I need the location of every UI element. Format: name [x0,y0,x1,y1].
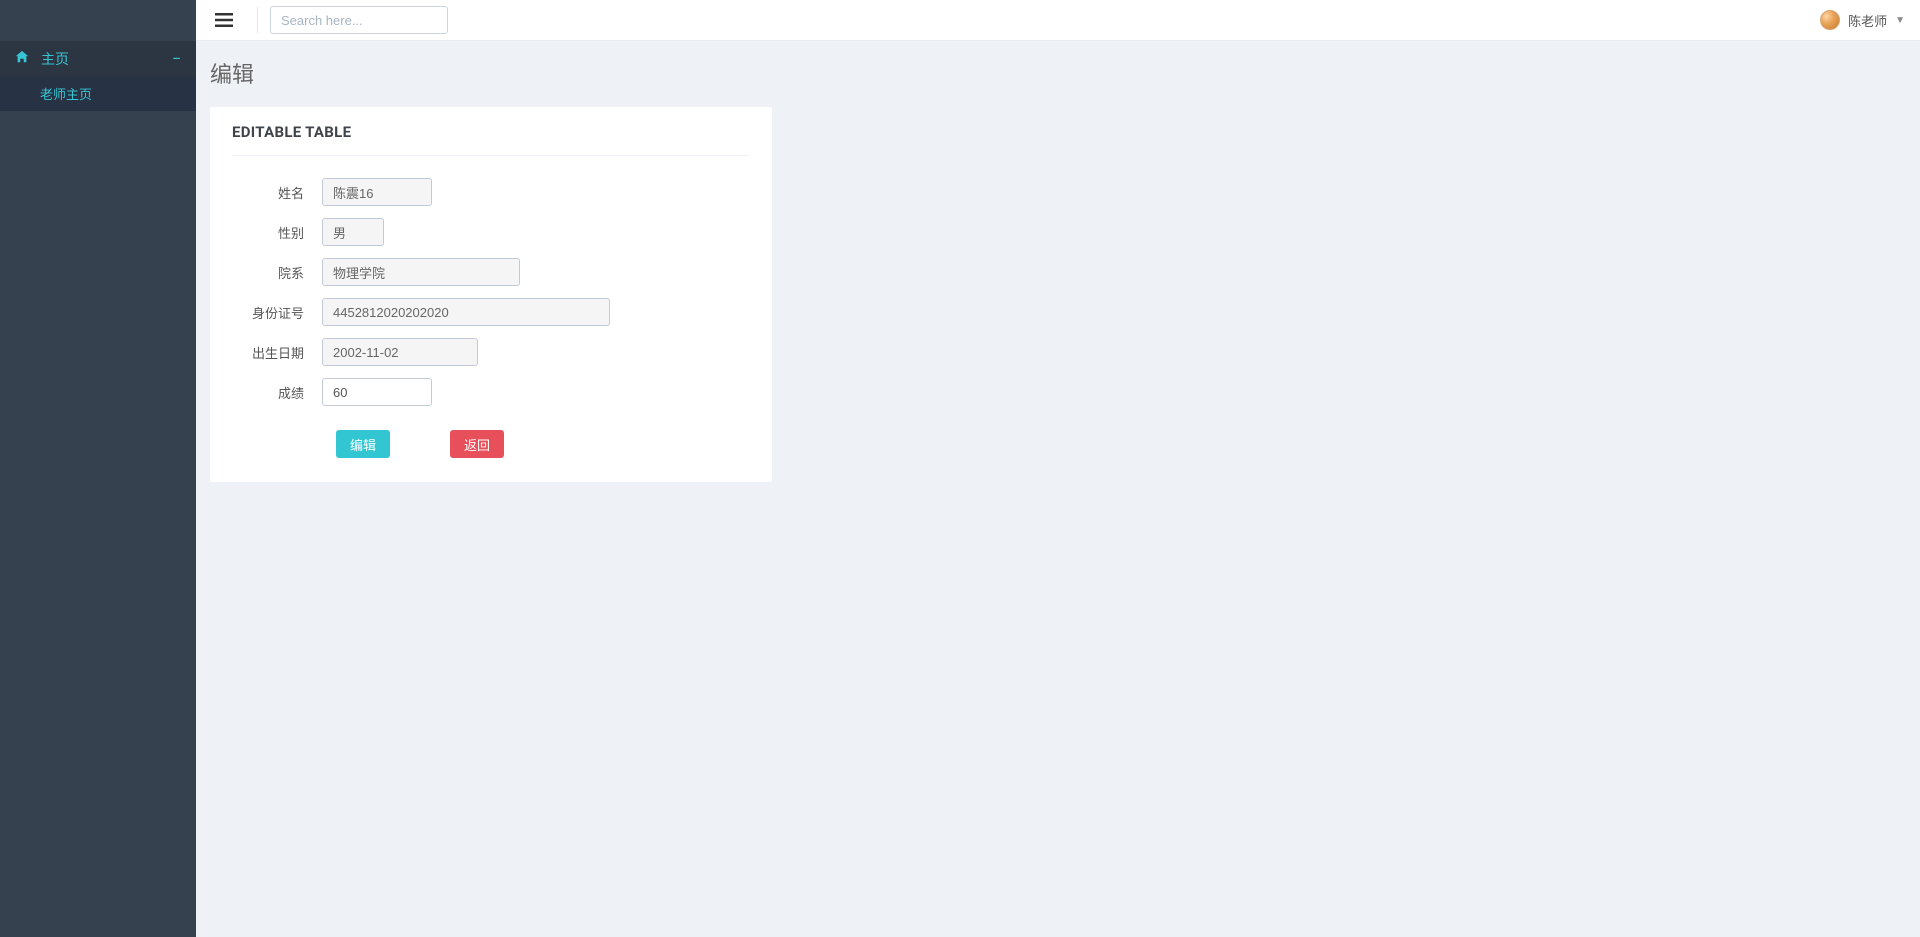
dob-input [322,338,478,366]
sidebar-subitem-label: 老师主页 [40,84,92,103]
form-row-grade: 成绩 [232,378,750,406]
name-label: 姓名 [232,183,322,202]
hamburger-menu[interactable] [211,9,237,31]
edit-button[interactable]: 编辑 [336,430,390,458]
sidebar-item-home[interactable]: 主页 − [0,41,196,76]
collapse-icon: − [172,51,181,67]
content-area: 编辑 EDITABLE TABLE 姓名 性别 院系 身份证号 [196,41,1920,502]
topbar-divider [257,7,258,33]
user-menu[interactable]: 陈老师 ▼ [1820,10,1905,30]
button-row: 编辑 返回 [232,430,750,458]
sidebar-item-home-label: 主页 [41,49,69,69]
caret-down-icon: ▼ [1895,15,1905,26]
sidebar-spacer [0,0,196,41]
search-input[interactable] [270,6,448,34]
grade-input[interactable] [322,378,432,406]
topbar: 陈老师 ▼ [196,0,1920,41]
username-label: 陈老师 [1848,11,1887,30]
form-row-dob: 出生日期 [232,338,750,366]
dept-input [322,258,520,286]
back-button[interactable]: 返回 [450,430,504,458]
name-input [322,178,432,206]
main-wrapper: 陈老师 ▼ 编辑 EDITABLE TABLE 姓名 性别 院系 [196,0,1920,502]
panel-title: EDITABLE TABLE [232,123,750,156]
gender-label: 性别 [232,223,322,242]
home-icon [15,50,29,68]
form-row-name: 姓名 [232,178,750,206]
sidebar-menu: 主页 − 老师主页 [0,41,196,111]
dept-label: 院系 [232,263,322,282]
grade-label: 成绩 [232,383,322,402]
form-row-idcard: 身份证号 [232,298,750,326]
idcard-label: 身份证号 [232,303,322,322]
form-row-dept: 院系 [232,258,750,286]
avatar [1820,10,1840,30]
form-row-gender: 性别 [232,218,750,246]
dob-label: 出生日期 [232,343,322,362]
idcard-input [322,298,610,326]
page-title: 编辑 [210,57,1904,89]
sidebar: 主页 − 老师主页 [0,0,196,937]
sidebar-item-teacher-home[interactable]: 老师主页 [0,76,196,111]
gender-input [322,218,384,246]
edit-panel: EDITABLE TABLE 姓名 性别 院系 身份证号 [210,107,772,482]
